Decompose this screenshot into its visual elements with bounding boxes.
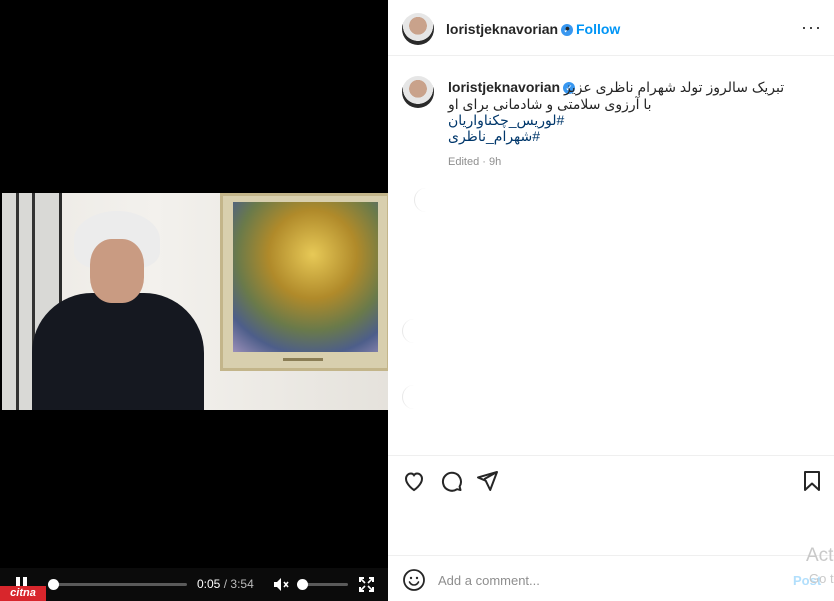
paper-plane-icon[interactable] [475,469,499,493]
comment-input[interactable] [438,569,768,591]
comment-icon[interactable] [439,469,463,493]
progress-thumb[interactable] [47,579,59,590]
volume-thumb[interactable] [297,579,309,590]
video-player[interactable]: 0:05 / 3:54 citna [0,0,388,601]
fullscreen-icon[interactable] [359,577,374,592]
caption-text-line2: با آرزوی سلامتی و شادمانی برای او [448,96,652,112]
time-separator: / [223,577,228,591]
bookmark-icon[interactable] [800,469,824,493]
more-options-icon[interactable]: ··· [801,18,822,36]
post-header: loristjeknavorian ✓ • Follow ··· [388,0,834,56]
progress-bar[interactable] [47,579,187,590]
follow-button[interactable]: Follow [576,21,620,37]
current-time: 0:05 [197,577,221,591]
time-display: 0:05 / 3:54 [197,577,254,591]
video-painting [220,193,388,371]
os-activation-watermark-line2: Go t [809,571,834,586]
loading-spinner-icon [402,385,426,409]
video-painting-label [283,358,323,361]
video-controls: 0:05 / 3:54 [0,568,388,601]
loading-spinner-icon [414,188,438,212]
caption-avatar[interactable] [402,76,434,108]
caption-text-line1: تبریک سالروز تولد شهرام ناظری عزیز [564,79,785,95]
avatar[interactable] [402,13,434,45]
emoji-icon[interactable] [402,568,426,592]
post-details-panel: loristjeknavorian ✓ • Follow ··· loristje… [388,0,834,601]
post-timestamp: Edited · 9h [448,156,502,168]
volume-slider[interactable] [297,579,348,590]
video-person-body [32,293,204,410]
header-username[interactable]: loristjeknavorian ✓ [446,21,574,37]
heart-icon[interactable] [402,469,426,493]
total-time: 3:54 [230,577,254,591]
video-frame[interactable] [2,193,388,410]
muted-speaker-icon[interactable] [273,577,289,592]
caption-username[interactable]: loristjeknavorian ✓ [448,79,576,95]
loading-spinner-icon [402,319,426,343]
hashtag-link[interactable]: #شهرام_ناظری [448,128,540,145]
os-activation-watermark: Act [806,545,834,566]
caption-username-text[interactable]: loristjeknavorian [448,79,560,95]
header-username-text[interactable]: loristjeknavorian [446,21,558,37]
post-actions [388,455,834,555]
video-person-face [90,239,144,303]
video-painting-canvas [233,202,378,352]
citna-watermark: citna [0,586,46,601]
separator-dot: • [565,20,570,36]
comment-bar: Post [388,555,834,601]
hashtag-link[interactable]: #لوریس_چکناواریان [448,112,564,129]
